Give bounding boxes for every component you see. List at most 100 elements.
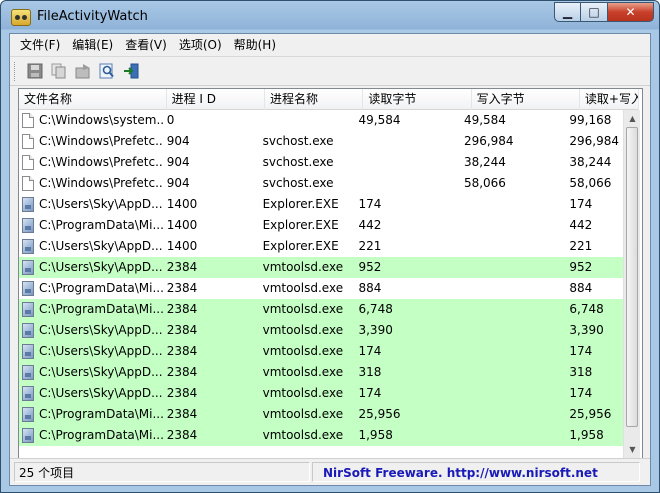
cell-pid: 2384 <box>166 386 198 400</box>
cell-pid: 2384 <box>166 302 198 316</box>
client-area: 文件(F) 编辑(E) 查看(V) 选项(O) 帮助(H) 文件名称 进程 I … <box>9 33 651 486</box>
maximize-button[interactable]: □ <box>581 2 608 22</box>
menu-help[interactable]: 帮助(H) <box>228 35 282 55</box>
file-activity-list[interactable]: 文件名称 进程 I D 进程名称 读取字节 写入字节 读取+写入字节 C:\Wi… <box>18 88 643 475</box>
cell-filename: C:\ProgramData\Mi... <box>19 425 163 446</box>
cell-read-bytes: 442 <box>358 218 382 232</box>
cell-filename: C:\Users\Sky\AppD... <box>19 236 163 257</box>
column-header-read-write-bytes[interactable]: 读取+写入字节 <box>580 89 640 110</box>
cell-process-name: Explorer.EXE <box>262 197 339 211</box>
column-header-process-name[interactable]: 进程名称 <box>265 89 364 110</box>
table-row[interactable]: C:\ProgramData\Mi... 2384 vmtoolsd.exe 884 8… <box>19 278 623 299</box>
scroll-up-icon[interactable]: ▲ <box>624 110 641 127</box>
cell-write-bytes <box>460 425 565 446</box>
table-row[interactable]: C:\Windows\Prefetc... 904 svchost.exe 58,06… <box>19 173 623 194</box>
cell-read-bytes: 49,584 <box>358 113 401 127</box>
table-row[interactable]: C:\Users\Sky\AppD... 2384 vmtoolsd.exe 3,39… <box>19 320 623 341</box>
vertical-scroll-thumb[interactable] <box>626 127 638 427</box>
cell-pid: 2384 <box>166 323 198 337</box>
find-icon <box>99 63 114 79</box>
menu-options[interactable]: 选项(O) <box>173 35 228 55</box>
find-button[interactable] <box>96 61 118 81</box>
cell-write-bytes <box>460 383 565 404</box>
table-row[interactable]: C:\Windows\Prefetc... 904 svchost.exe 38,24… <box>19 152 623 173</box>
table-row[interactable]: C:\Windows\Prefetc... 904 svchost.exe 296,9… <box>19 131 623 152</box>
cell-read-bytes: 318 <box>358 365 382 379</box>
cell-read-bytes: 1,958 <box>358 428 393 442</box>
column-header-filename[interactable]: 文件名称 <box>19 89 167 110</box>
properties-icon <box>75 64 90 79</box>
table-row[interactable]: C:\Users\Sky\AppD... 2384 vmtoolsd.exe 174 1… <box>19 383 623 404</box>
cell-read-bytes: 174 <box>358 344 382 358</box>
cell-process-name: svchost.exe <box>262 176 334 190</box>
image-file-icon <box>22 239 34 254</box>
table-row[interactable]: C:\Users\Sky\AppD... 2384 vmtoolsd.exe 318 3… <box>19 362 623 383</box>
cell-read-bytes: 25,956 <box>358 407 401 421</box>
properties-button[interactable] <box>72 61 94 81</box>
table-row[interactable]: C:\Users\Sky\AppD... 2384 vmtoolsd.exe 174 1… <box>19 341 623 362</box>
cell-read-write-bytes: 952 <box>569 260 593 274</box>
filename-text: C:\Users\Sky\AppD... <box>39 197 163 211</box>
cell-read-write-bytes: 318 <box>569 365 593 379</box>
column-header-pid[interactable]: 进程 I D <box>167 89 265 110</box>
cell-write-bytes: 49,584 <box>463 113 506 127</box>
table-row[interactable]: C:\Users\Sky\AppD... 1400 Explorer.EXE 174 1… <box>19 194 623 215</box>
table-row[interactable]: C:\Windows\system... 0 49,584 49,584 99,168 <box>19 110 623 131</box>
cell-write-bytes <box>460 194 565 215</box>
cell-write-bytes <box>460 236 565 257</box>
cell-process-name: vmtoolsd.exe <box>262 386 344 400</box>
image-file-icon <box>22 407 34 422</box>
app-window: FileActivityWatch ▁ □ ✕ 文件(F) 编辑(E) 查看(V… <box>0 0 660 493</box>
table-row[interactable]: C:\Users\Sky\AppD... 1400 Explorer.EXE 221 2… <box>19 236 623 257</box>
file-icon <box>22 113 34 128</box>
filename-text: C:\ProgramData\Mi... <box>39 281 163 295</box>
image-file-icon <box>22 281 34 296</box>
cell-filename: C:\ProgramData\Mi... <box>19 278 163 299</box>
filename-text: C:\ProgramData\Mi... <box>39 428 163 442</box>
title-bar[interactable]: FileActivityWatch ▁ □ ✕ <box>1 1 659 33</box>
window-controls: ▁ □ ✕ <box>554 2 654 22</box>
cell-read-write-bytes: 174 <box>569 344 593 358</box>
menu-view[interactable]: 查看(V) <box>119 35 173 55</box>
cell-read-bytes: 174 <box>358 386 382 400</box>
minimize-button[interactable]: ▁ <box>554 2 581 22</box>
filename-text: C:\Windows\Prefetc... <box>39 134 163 148</box>
vertical-scrollbar[interactable]: ▲ ▼ <box>623 110 640 458</box>
cell-pid: 904 <box>166 155 190 169</box>
column-header-read-bytes[interactable]: 读取字节 <box>363 89 472 110</box>
filename-text: C:\ProgramData\Mi... <box>39 302 163 316</box>
cell-filename: C:\Users\Sky\AppD... <box>19 362 163 383</box>
table-row[interactable]: C:\ProgramData\Mi... 2384 vmtoolsd.exe 25,9… <box>19 404 623 425</box>
exit-button[interactable] <box>120 61 142 81</box>
table-row[interactable]: C:\ProgramData\Mi... 1400 Explorer.EXE 442 4… <box>19 215 623 236</box>
cell-pid: 2384 <box>166 344 198 358</box>
table-row[interactable]: C:\Users\Sky\AppD... 2384 vmtoolsd.exe 952 9… <box>19 257 623 278</box>
cell-pid: 904 <box>166 134 190 148</box>
cell-write-bytes: 296,984 <box>463 134 514 148</box>
cell-filename: C:\Windows\Prefetc... <box>19 131 163 152</box>
status-credit-panel: NirSoft Freeware. http://www.nirsoft.net <box>312 462 640 482</box>
toolbar-grip[interactable] <box>14 62 17 81</box>
scroll-down-icon[interactable]: ▼ <box>624 441 641 458</box>
cell-write-bytes <box>460 257 565 278</box>
list-rows: C:\Windows\system... 0 49,584 49,584 99,168 C… <box>19 110 623 458</box>
close-button[interactable]: ✕ <box>608 2 654 22</box>
save-button[interactable] <box>24 61 46 81</box>
cell-read-write-bytes: 38,244 <box>569 155 612 169</box>
app-icon <box>11 9 31 26</box>
cell-pid: 2384 <box>166 428 198 442</box>
nirsoft-link[interactable]: NirSoft Freeware. http://www.nirsoft.net <box>323 466 598 480</box>
filename-text: C:\Users\Sky\AppD... <box>39 344 163 358</box>
column-header-write-bytes[interactable]: 写入字节 <box>472 89 580 110</box>
table-row[interactable]: C:\ProgramData\Mi... 2384 vmtoolsd.exe 6,74… <box>19 299 623 320</box>
cell-write-bytes: 38,244 <box>463 155 506 169</box>
file-icon <box>22 134 34 149</box>
cell-process-name: svchost.exe <box>262 134 334 148</box>
table-row[interactable]: C:\ProgramData\Mi... 2384 vmtoolsd.exe 1,95… <box>19 425 623 446</box>
filename-text: C:\Users\Sky\AppD... <box>39 386 163 400</box>
copy-button[interactable] <box>48 61 70 81</box>
menu-file[interactable]: 文件(F) <box>14 35 66 55</box>
cell-filename: C:\ProgramData\Mi... <box>19 404 163 425</box>
cell-process-name: vmtoolsd.exe <box>262 428 344 442</box>
menu-edit[interactable]: 编辑(E) <box>66 35 119 55</box>
